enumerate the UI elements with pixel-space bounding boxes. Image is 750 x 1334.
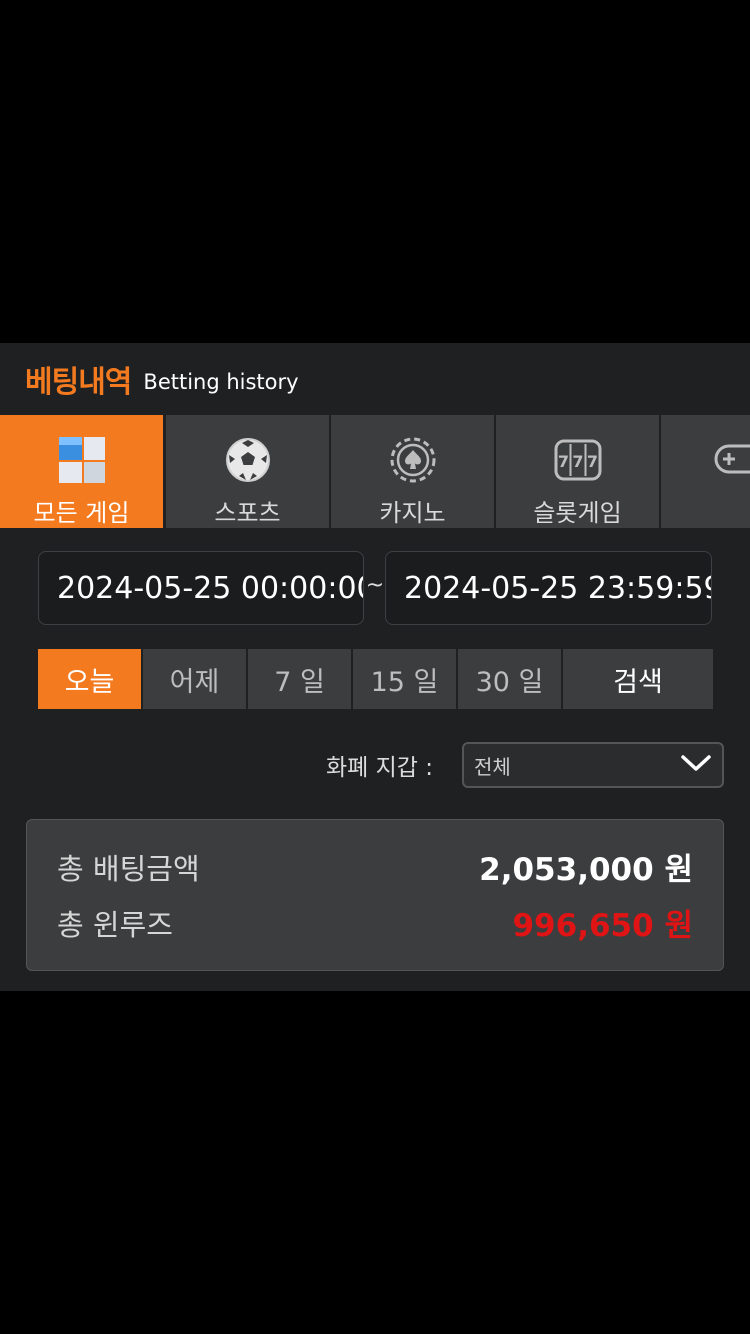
soccer-ball-icon (224, 434, 272, 485)
total-bet-value: 2,053,000 원 (479, 852, 693, 888)
filter-7-days-button[interactable]: 7 일 (248, 649, 351, 709)
tab-label: 슬롯게임 (533, 499, 622, 527)
filter-yesterday-button[interactable]: 어제 (143, 649, 246, 709)
tab-all-games[interactable]: 모든 게임 (0, 415, 163, 528)
svg-text:7: 7 (586, 452, 597, 471)
tab-mini[interactable]: 미니 (661, 415, 750, 528)
tab-sports[interactable]: 스포츠 (166, 415, 329, 528)
game-category-tabs: 모든 게임 스포츠 카지노 7 7 7 슬롯게임 (0, 415, 750, 528)
svg-text:7: 7 (572, 452, 583, 471)
betting-summary-card: 총 배팅금액 2,053,000 원 총 윈루즈 996,650 원 (26, 819, 724, 971)
win-loss-label: 총 윈루즈 (57, 907, 173, 942)
win-loss-value: 996,650 원 (512, 908, 693, 944)
slot-machine-icon: 7 7 7 (553, 434, 603, 485)
date-range-separator: ~ (365, 573, 385, 598)
gamepad-icon (713, 434, 750, 485)
win-loss-row: 총 윈루즈 996,650 원 (57, 900, 693, 945)
tab-label: 스포츠 (214, 499, 281, 527)
page-title: 베팅내역 (25, 365, 132, 400)
wallet-selected-value: 전체 (474, 754, 511, 779)
page-subtitle: Betting history (143, 370, 299, 394)
chevron-down-icon (680, 753, 712, 777)
page-header: 베팅내역 Betting history (25, 343, 299, 415)
filter-15-days-button[interactable]: 15 일 (353, 649, 456, 709)
filter-30-days-button[interactable]: 30 일 (458, 649, 561, 709)
betting-history-panel: 베팅내역 Betting history 모든 게임 스포츠 카지노 7 7 7… (0, 343, 750, 991)
wallet-label: 화폐 지갑 : (326, 755, 434, 781)
end-date-input[interactable]: 2024-05-25 23:59:59 (385, 551, 712, 625)
total-bet-row: 총 배팅금액 2,053,000 원 (57, 844, 693, 889)
all-games-icon (57, 434, 107, 485)
filter-today-button[interactable]: 오늘 (38, 649, 141, 709)
wallet-select[interactable]: 전체 (462, 742, 724, 788)
search-button[interactable]: 검색 (563, 649, 713, 709)
total-bet-label: 총 배팅금액 (57, 851, 200, 886)
tab-slot-games[interactable]: 7 7 7 슬롯게임 (496, 415, 659, 528)
tab-label: 미니 (690, 493, 750, 528)
tab-label: 모든 게임 (33, 499, 130, 527)
tab-casino[interactable]: 카지노 (331, 415, 494, 528)
start-date-input[interactable]: 2024-05-25 00:00:00 (38, 551, 364, 625)
svg-text:7: 7 (557, 452, 568, 471)
casino-chip-icon (389, 434, 437, 485)
tab-label: 카지노 (379, 499, 446, 527)
